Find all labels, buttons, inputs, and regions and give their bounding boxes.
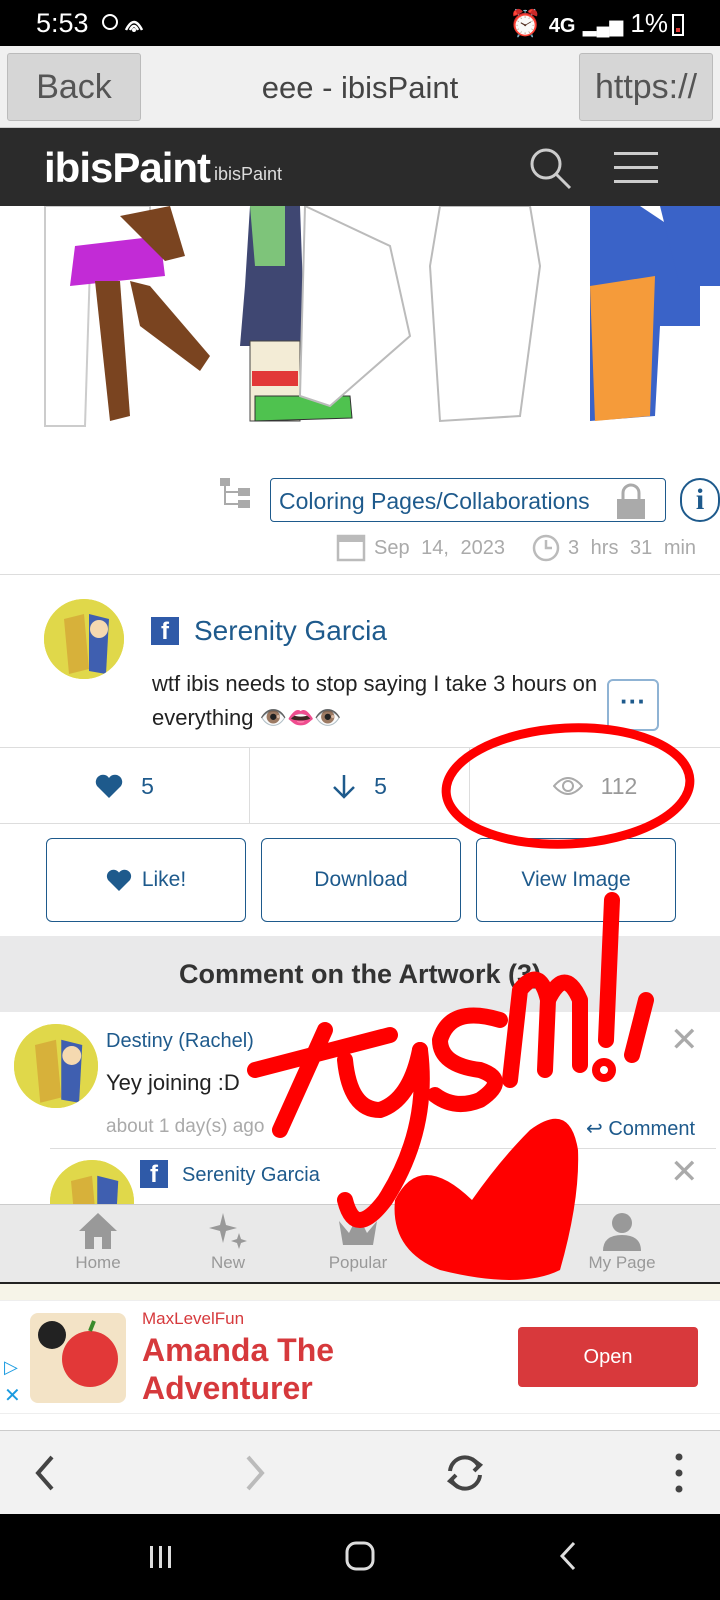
heart-icon xyxy=(106,869,131,891)
commenter-avatar[interactable] xyxy=(14,1024,98,1108)
comment-author[interactable]: Destiny (Rachel) xyxy=(106,1030,254,1053)
category-tag-label: Coloring Pages/Collaborations xyxy=(279,488,590,514)
status-bar: 5:53 ⏰ 4G ▂▄▆ 1% xyxy=(0,0,720,46)
artwork-date: Sep 14, 2023 xyxy=(374,537,505,559)
tab-new[interactable]: New xyxy=(168,1211,288,1273)
ad-close-icon[interactable]: ✕ xyxy=(4,1383,21,1408)
views-count: 112 xyxy=(600,772,638,799)
url-button[interactable]: https:// xyxy=(579,53,713,121)
recents-icon[interactable] xyxy=(146,1542,176,1572)
status-time: 5:53 xyxy=(36,8,89,38)
site-sub-label: ibisPaint xyxy=(214,164,283,184)
ibispaint-logo[interactable]: ibisPaint xyxy=(44,144,211,192)
eye-icon xyxy=(552,777,583,795)
ad-source: MaxLevelFun xyxy=(142,1309,245,1328)
facebook-icon: f xyxy=(140,1160,168,1188)
commenter-avatar[interactable] xyxy=(50,1160,134,1204)
more-options-button[interactable]: ··· xyxy=(607,679,659,731)
artwork-duration: 3 hrs 31 min xyxy=(568,537,697,559)
ad-banner[interactable]: ▷ ✕ MaxLevelFun Amanda The Adventurer Op… xyxy=(0,1300,720,1414)
comment-time: about 1 day(s) ago xyxy=(106,1116,265,1137)
ad-open-button[interactable]: Open xyxy=(518,1327,698,1387)
bottom-tab-bar: Home New Popular My Page xyxy=(0,1204,720,1284)
site-header: ibisPaint ibisPaint xyxy=(0,128,720,206)
download-arrow-icon xyxy=(333,775,355,799)
close-icon[interactable]: ✕ xyxy=(670,1152,699,1192)
sparkle-icon xyxy=(209,1213,247,1249)
home-nav-icon[interactable] xyxy=(344,1540,376,1572)
category-tree-icon xyxy=(220,478,250,508)
comment-author[interactable]: Serenity Garcia xyxy=(182,1164,320,1187)
heart-icon xyxy=(95,774,123,798)
status-notification-icons xyxy=(96,10,152,42)
system-nav-bar xyxy=(0,1514,720,1600)
tab-home-label: Home xyxy=(75,1253,121,1272)
menu-icon[interactable] xyxy=(614,152,658,184)
battery-icon xyxy=(672,14,684,36)
divider xyxy=(50,1148,716,1149)
back-button[interactable]: Back xyxy=(7,53,141,121)
author-name[interactable]: Serenity Garcia xyxy=(194,615,387,647)
comments-header: Comment on the Artwork (3) xyxy=(0,936,720,1012)
home-icon xyxy=(79,1213,117,1249)
adchoices-icon[interactable]: ▷ xyxy=(4,1357,18,1378)
category-tag-button[interactable]: Coloring Pages/Collaborations xyxy=(270,478,666,522)
reload-icon[interactable] xyxy=(440,1451,490,1495)
alarm-icon: ⏰ xyxy=(509,8,542,38)
artwork-description: wtf ibis needs to stop saying I take 3 h… xyxy=(152,671,598,730)
ad-title: Amanda The Adventurer xyxy=(142,1332,335,1406)
page-title: eee - ibisPaint xyxy=(261,70,459,105)
ad-spacer xyxy=(0,1284,720,1300)
reply-icon: ↩ xyxy=(586,1118,603,1140)
info-button[interactable]: i xyxy=(680,478,720,522)
download-button[interactable]: Download xyxy=(261,838,461,922)
tab-popular-label: Popular xyxy=(328,1253,388,1272)
signal-icon: ▂▄▆ xyxy=(582,16,624,36)
like-button[interactable]: Like! xyxy=(46,838,246,922)
author-avatar[interactable] xyxy=(44,599,124,679)
browser-bottom-bar xyxy=(0,1430,720,1514)
reply-comment-label: Comment xyxy=(608,1118,696,1140)
status-right-group: ⏰ 4G ▂▄▆ 1% xyxy=(509,8,668,39)
tab-home[interactable]: Home xyxy=(38,1211,158,1273)
nav-forward-icon[interactable] xyxy=(228,1451,278,1495)
tab-popular[interactable]: Popular xyxy=(298,1211,418,1273)
tab-my-page[interactable]: My Page xyxy=(562,1211,682,1273)
likes-stat[interactable]: 5 xyxy=(0,748,250,824)
comments-list: Destiny (Rachel) ✕ Yey joining :D about … xyxy=(0,1012,720,1204)
artwork-image[interactable] xyxy=(0,206,720,446)
crown-icon xyxy=(339,1215,377,1245)
view-image-button[interactable]: View Image xyxy=(476,838,676,922)
close-icon[interactable]: ✕ xyxy=(670,1020,699,1060)
views-stat: 112 xyxy=(470,748,720,824)
calendar-icon xyxy=(336,534,366,562)
downloads-count: 5 xyxy=(374,772,387,799)
author-block: f Serenity Garcia wtf ibis needs to stop… xyxy=(0,574,720,748)
user-icon xyxy=(603,1213,641,1251)
facebook-icon: f xyxy=(151,617,179,645)
search-icon[interactable] xyxy=(528,146,574,192)
downloads-stat[interactable]: 5 xyxy=(250,748,470,824)
back-nav-icon[interactable] xyxy=(556,1540,580,1572)
comment-text: Yey joining :D xyxy=(106,1070,240,1095)
network-label: 4G xyxy=(548,15,576,37)
lock-icon xyxy=(617,483,645,519)
ad-app-icon xyxy=(30,1313,126,1403)
clock-icon xyxy=(532,534,560,562)
like-button-label: Like! xyxy=(141,868,187,891)
more-vert-icon[interactable] xyxy=(654,1451,704,1495)
nav-back-icon[interactable] xyxy=(22,1451,72,1495)
battery-percent: 1% xyxy=(630,8,668,38)
reply-comment-button[interactable]: ↩ Comment xyxy=(586,1116,695,1141)
stats-row: 5 5 112 xyxy=(0,748,720,824)
likes-count: 5 xyxy=(141,772,154,799)
tab-new-label: New xyxy=(210,1253,245,1272)
tab-my-page-label: My Page xyxy=(588,1253,656,1272)
